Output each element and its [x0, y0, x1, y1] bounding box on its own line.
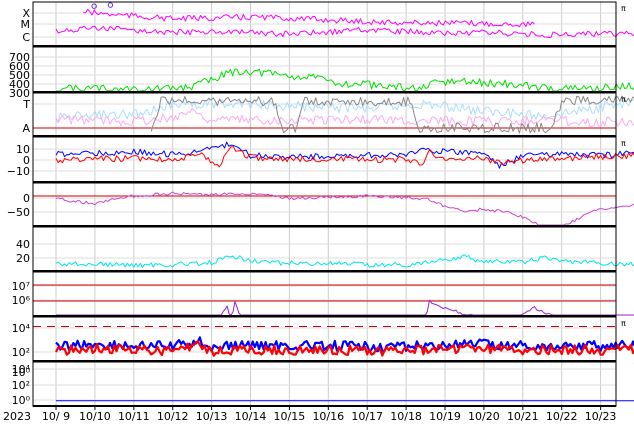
- panel-marker: π: [621, 319, 626, 328]
- y-tick-label: 0: [23, 192, 30, 205]
- x-tick-label: 10/ 9: [42, 410, 70, 423]
- x-tick-label: 10/16: [312, 410, 344, 423]
- panel-marker: π: [621, 139, 626, 148]
- electron-flux-series-line: [56, 299, 634, 316]
- y-tick-label: 20: [16, 252, 30, 265]
- y-tick-label: 10²: [12, 379, 30, 392]
- xray-class-series-line: [55, 25, 634, 39]
- imf-sector-series-line: [55, 107, 634, 128]
- x-tick-label: 10/17: [351, 410, 383, 423]
- x-tick-label: 10/15: [274, 410, 306, 423]
- panel-marker: π: [621, 95, 626, 104]
- y-tick-label: 10⁰: [12, 394, 31, 407]
- x-tick-label: 10/12: [157, 410, 189, 423]
- series-layer: [33, 2, 634, 402]
- x-tick-label: 10/11: [118, 410, 150, 423]
- space-weather-chart: XMCπ700600500400300TAπ100−10π0−50402010⁷…: [3, 1, 634, 423]
- panel-frame: [32, 271, 617, 317]
- year-label: 2023: [3, 410, 31, 423]
- dst-series-line: [55, 191, 634, 226]
- x-tick-label: 10/21: [507, 410, 539, 423]
- y-tick-label: A: [22, 122, 30, 135]
- y-tick-label: M: [21, 18, 31, 31]
- x-tick-label: 10/20: [468, 410, 500, 423]
- xray-class-flare-marker: [91, 3, 97, 9]
- y-tick-label: 10⁴: [12, 322, 31, 335]
- x-tick-label: 10/19: [429, 410, 461, 423]
- y-tick-label: 10⁷: [12, 280, 30, 293]
- x-tick-label: 10/13: [196, 410, 228, 423]
- y-tick-label: T: [22, 98, 30, 111]
- panel-frame: [32, 46, 617, 93]
- y-tick-label: 10⁴: [12, 363, 31, 376]
- y-tick-label: 10²: [12, 346, 30, 359]
- kp-index-series-line: [55, 254, 634, 268]
- y-tick-label: −10: [7, 165, 30, 178]
- x-tick-label: 10/22: [546, 410, 578, 423]
- y-tick-label: C: [22, 31, 30, 44]
- y-tick-label: −50: [7, 206, 30, 219]
- x-tick-label: 10/14: [235, 410, 267, 423]
- y-tick-label: 10⁶: [12, 294, 31, 307]
- x-tick-label: 10/18: [390, 410, 422, 423]
- solar-wind-speed-series-line: [56, 68, 634, 92]
- y-tick-label: 40: [16, 238, 30, 251]
- panel-marker: π: [621, 4, 626, 13]
- x-tick-label: 10/23: [585, 410, 617, 423]
- imf-components-series-line: [55, 141, 634, 169]
- x-tick-label: 10/10: [79, 410, 111, 423]
- imf-components-series-line: [55, 146, 634, 168]
- xray-class-flare-marker: [107, 2, 114, 8]
